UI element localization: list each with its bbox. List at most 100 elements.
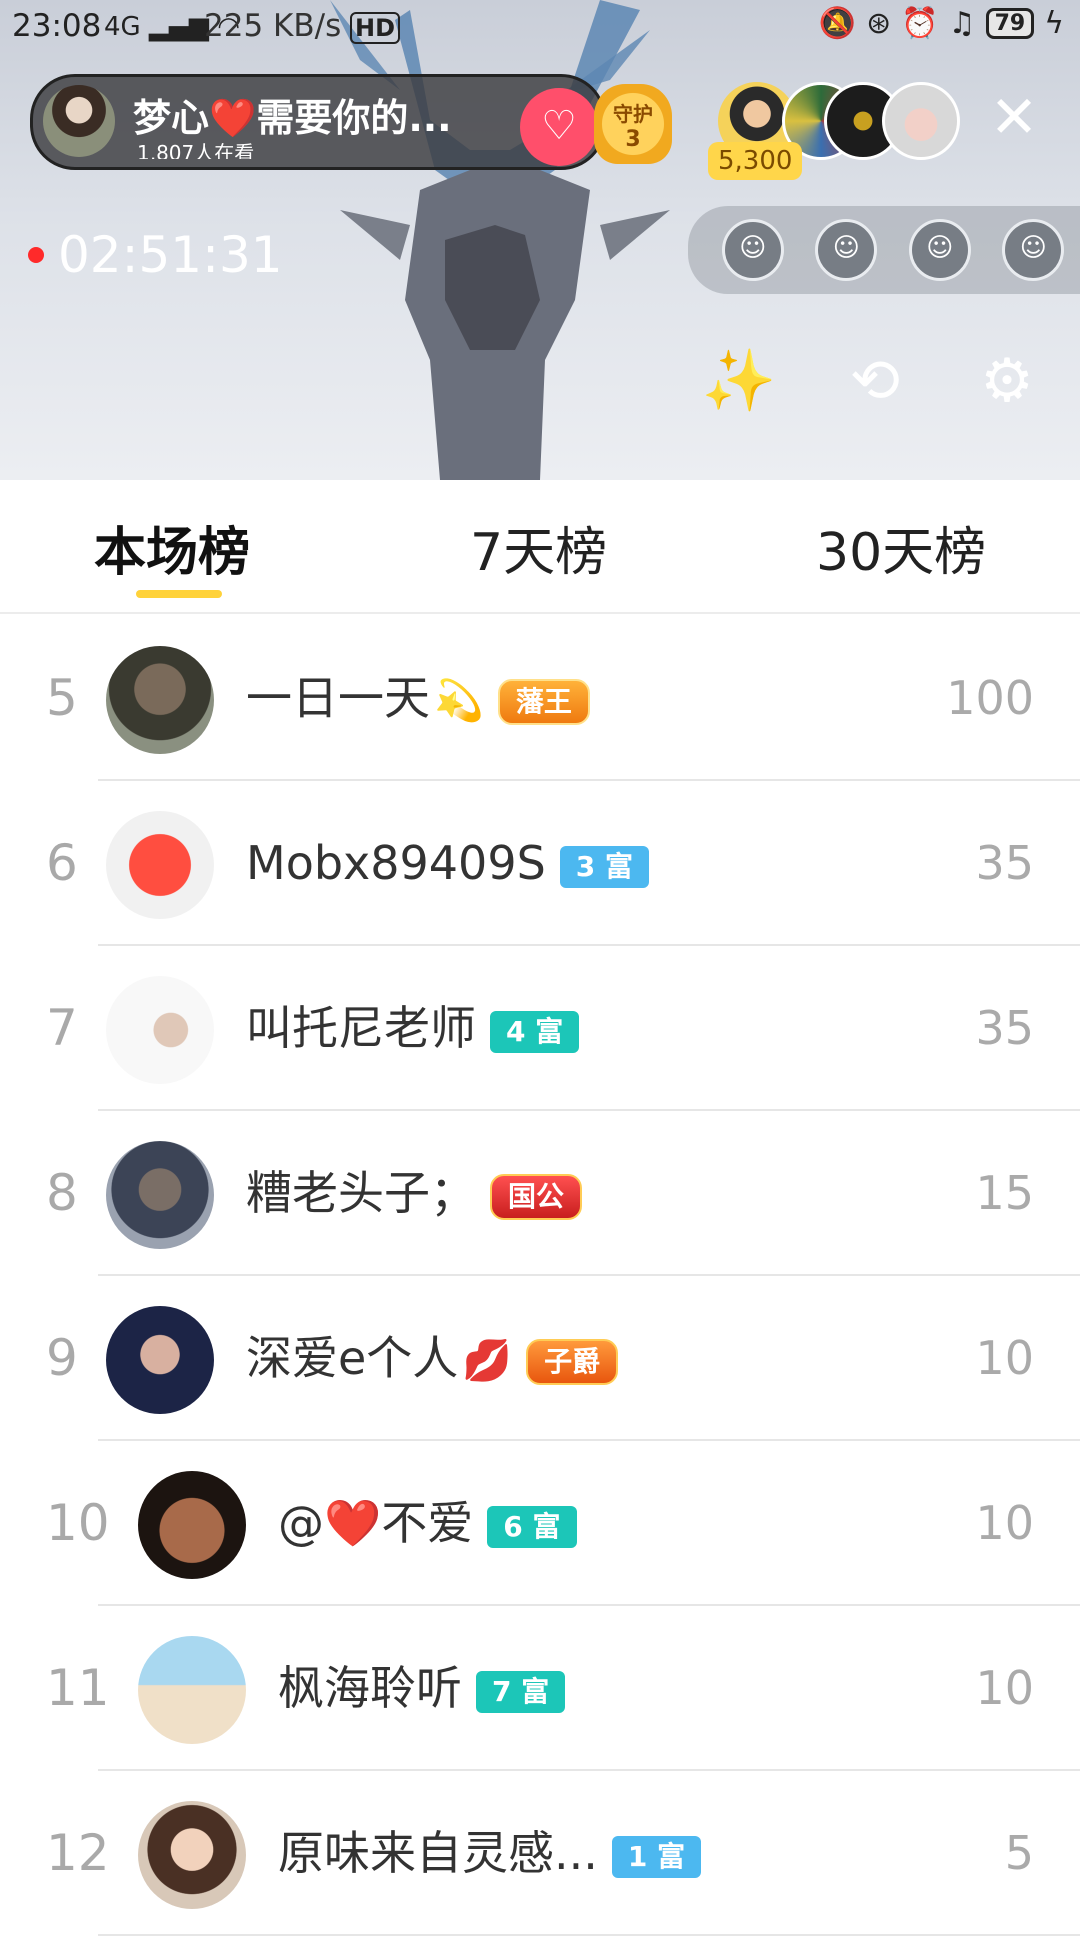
rank-number: 5 <box>46 669 78 727</box>
guard-count: 3 <box>625 127 641 152</box>
avatar[interactable] <box>106 1141 214 1249</box>
avatar[interactable] <box>138 1801 246 1909</box>
avatar[interactable] <box>138 1471 246 1579</box>
noble-badge: 国公 <box>490 1173 583 1220</box>
list-item[interactable]: 6 Mobx89409S 3 富 35 <box>0 781 1080 946</box>
user-emoji: 💫 <box>434 678 484 724</box>
score: 100 <box>946 671 1034 725</box>
timer-text: 02:51:31 <box>58 226 283 284</box>
avatar[interactable] <box>138 1636 246 1744</box>
lock-icon: ⊛ <box>866 6 892 41</box>
score: 10 <box>975 1496 1034 1550</box>
guard-badge[interactable]: 守护 3 <box>594 84 672 164</box>
wealth-level-badge: 4 富 <box>490 1010 580 1053</box>
score: 10 <box>975 1661 1034 1715</box>
sofa-seat-icon[interactable]: ☺ <box>908 219 971 281</box>
follow-heart-button[interactable]: ♡ <box>520 88 598 166</box>
tab-30-days[interactable]: 30天榜 <box>816 510 986 585</box>
settings-gear-icon[interactable]: ⚙ <box>968 342 1046 420</box>
host-name: 梦心❤️需要你的... <box>133 96 452 140</box>
user-name-line: 糟老头子； 国公 <box>246 1111 583 1276</box>
user-name-line: 叫托尼老师 4 富 <box>246 946 580 1111</box>
user-name: Mobx89409S <box>246 836 546 890</box>
viewer-avatar[interactable] <box>882 82 960 160</box>
avatar[interactable] <box>106 811 214 919</box>
list-item[interactable]: 9 深爱e个人 💋 子爵 10 <box>0 1276 1080 1441</box>
score: 15 <box>975 1166 1034 1220</box>
score: 5 <box>1004 1826 1034 1880</box>
headphone-icon: ♫ <box>948 6 976 41</box>
user-name: @❤️不爱 <box>278 1496 474 1550</box>
mute-bell-icon: 🔕 <box>818 6 857 41</box>
rank-number: 7 <box>46 999 78 1057</box>
rank-number: 9 <box>46 1329 78 1387</box>
list-item[interactable]: 7 叫托尼老师 4 富 35 <box>0 946 1080 1111</box>
list-item[interactable]: 5 一日一天 💫 藩王 100 <box>0 616 1080 781</box>
ranking-list: 5 一日一天 💫 藩王 100 6 Mobx89409S 3 富 35 7 叫托尼老师… <box>0 616 1080 1936</box>
list-item[interactable]: 10 @❤️不爱 6 富 10 <box>0 1441 1080 1606</box>
list-item[interactable]: 8 糟老头子； 国公 15 <box>0 1111 1080 1276</box>
charging-icon: ϟ <box>1044 6 1064 41</box>
ranking-tabs: 本场榜 7天榜 30天榜 <box>0 480 1080 614</box>
wealth-level-badge: 7 富 <box>476 1670 566 1713</box>
score: 35 <box>975 1001 1034 1055</box>
viewer-count: 1,807人在看 <box>137 141 255 159</box>
wealth-level-badge: 3 富 <box>559 845 650 888</box>
user-name-line: 原味来自灵感... 1 富 <box>278 1771 702 1936</box>
switch-camera-icon[interactable]: ⟲ <box>836 342 914 420</box>
list-item[interactable]: 12 原味来自灵感... 1 富 5 <box>0 1771 1080 1936</box>
alarm-icon: ⏰ <box>901 6 939 41</box>
live-timer: 02:51:31 <box>28 226 283 284</box>
user-name-line: @❤️不爱 6 富 <box>278 1441 577 1606</box>
rank-number: 6 <box>46 834 78 892</box>
user-name: 原味来自灵感... <box>278 1826 598 1880</box>
active-tab-underline <box>136 590 222 598</box>
user-name-line: 枫海聆听 7 富 <box>278 1606 566 1771</box>
tab-this-session[interactable]: 本场榜 <box>94 510 250 585</box>
avatar[interactable] <box>106 1306 214 1414</box>
user-name: 糟老头子； <box>246 1166 476 1220</box>
close-button[interactable]: ✕ <box>984 88 1044 148</box>
close-icon: ✕ <box>989 83 1039 151</box>
rank-number: 8 <box>46 1164 78 1222</box>
rank-number: 10 <box>46 1494 110 1552</box>
host-avatar[interactable] <box>43 85 115 157</box>
sofa-seat-icon[interactable]: ☺ <box>1002 219 1065 281</box>
noble-badge: 藩王 <box>497 678 590 725</box>
coin-count-badge: 5,300 <box>708 142 803 180</box>
score: 35 <box>975 836 1034 890</box>
sofa-seat-icon[interactable]: ☺ <box>815 219 878 281</box>
avatar[interactable] <box>106 976 214 1084</box>
avatar[interactable] <box>106 646 214 754</box>
user-name: 叫托尼老师 <box>246 1001 476 1055</box>
score: 10 <box>975 1331 1034 1385</box>
user-name-line: 深爱e个人 💋 子爵 <box>246 1276 619 1441</box>
user-name-line: 一日一天 💫 藩王 <box>246 616 590 781</box>
recording-dot-icon <box>28 247 44 263</box>
user-name: 枫海聆听 <box>278 1661 462 1715</box>
guard-label: 守护 <box>613 102 653 126</box>
rank-number: 11 <box>46 1659 110 1717</box>
heart-plus-icon: ♡ <box>541 103 577 149</box>
network-type: 4G <box>104 12 141 42</box>
wealth-level-badge: 1 富 <box>611 1835 702 1878</box>
status-bar: 23:08 4G ▂▄▆ ◠ 225 KB/s HD 🔕 ⊛ ⏰ ♫ 79 ϟ <box>0 0 1080 54</box>
user-name: 一日一天 <box>246 671 430 725</box>
hd-icon: HD <box>350 12 401 44</box>
status-icons: 🔕 ⊛ ⏰ ♫ 79 ϟ <box>819 6 1064 41</box>
list-item[interactable]: 11 枫海聆听 7 富 10 <box>0 1606 1080 1771</box>
status-time: 23:08 <box>12 8 102 44</box>
network-speed: 225 KB/s <box>204 8 342 44</box>
wealth-level-badge: 6 富 <box>487 1505 577 1548</box>
lips-emoji: 💋 <box>462 1338 513 1384</box>
tab-7-days[interactable]: 7天榜 <box>470 510 607 585</box>
noble-badge: 子爵 <box>526 1338 619 1385</box>
battery-icon: 79 <box>985 8 1035 39</box>
rank-number: 12 <box>46 1824 110 1882</box>
user-name: 深爱e个人 <box>246 1331 459 1385</box>
user-name-line: Mobx89409S 3 富 <box>246 781 650 946</box>
beauty-wand-icon[interactable]: ✨ <box>700 342 778 420</box>
sofa-seat-icon[interactable]: ☺ <box>721 219 784 281</box>
live-video-area: 23:08 4G ▂▄▆ ◠ 225 KB/s HD 🔕 ⊛ ⏰ ♫ 79 ϟ … <box>0 0 1080 480</box>
mic-seats: ☺ ☺ ☺ ☺ <box>688 206 1080 294</box>
